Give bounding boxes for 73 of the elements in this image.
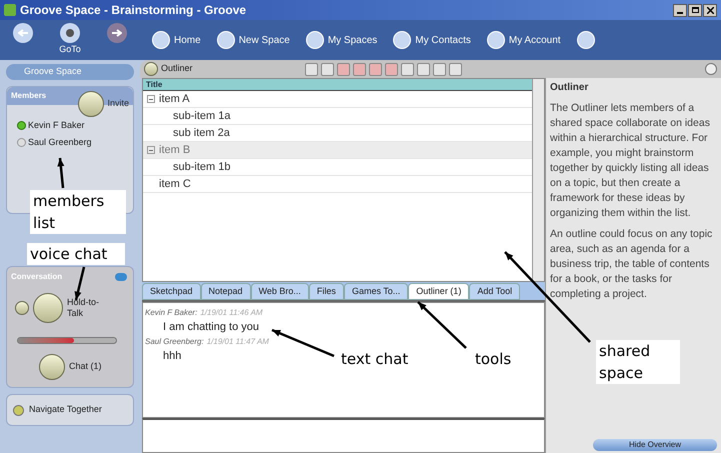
nav-link[interactable]: New Space bbox=[216, 31, 290, 49]
window-title: Groove Space - Brainstorming - Groove bbox=[20, 2, 246, 19]
tool-tab[interactable]: Outliner (1) bbox=[408, 283, 470, 300]
item-label: item C bbox=[159, 176, 191, 192]
help-icon[interactable] bbox=[705, 63, 717, 75]
tool-tab[interactable]: Add Tool bbox=[469, 283, 520, 300]
nav-link[interactable]: My Spaces bbox=[306, 31, 378, 49]
panel-title: Members bbox=[11, 90, 46, 102]
toolbar-icon[interactable] bbox=[432, 62, 446, 76]
navigate-together-button[interactable]: Navigate Together bbox=[6, 394, 134, 426]
annotation-label: voice chat bbox=[27, 243, 125, 265]
toolbar-icon[interactable] bbox=[320, 62, 334, 76]
overview-text: An outline could focus on any topic area, such as an agenda for a business trip, the table of contents for a book, or the tasks for completing a project. bbox=[550, 227, 714, 302]
toolbar-icon[interactable] bbox=[304, 62, 318, 76]
tool-tab[interactable]: Notepad bbox=[200, 283, 251, 300]
toolbar-icon[interactable] bbox=[336, 62, 350, 76]
toolbar-icon[interactable] bbox=[384, 62, 398, 76]
tool-tab[interactable]: Games To... bbox=[344, 283, 408, 300]
toolbar-icon[interactable] bbox=[416, 62, 430, 76]
overview-title: Outliner bbox=[550, 81, 590, 95]
app-icon bbox=[4, 4, 16, 16]
annotation-label: shared space bbox=[596, 340, 680, 384]
item-label: item B bbox=[159, 142, 190, 158]
chat-author: Saul Greenberg: bbox=[145, 336, 204, 348]
chat-input[interactable] bbox=[142, 418, 545, 453]
scrollbar[interactable] bbox=[532, 79, 544, 281]
outline-row[interactable]: item A bbox=[143, 91, 532, 108]
item-label: sub-item 1a bbox=[173, 108, 230, 124]
tool-title: Outliner bbox=[161, 62, 193, 76]
item-label: sub-item 1b bbox=[173, 160, 230, 175]
outline-row[interactable]: sub-item 1a bbox=[143, 108, 532, 125]
toolbar-icon[interactable] bbox=[352, 62, 366, 76]
hold-to-talk-button[interactable]: Hold-to-Talk bbox=[67, 297, 107, 319]
annotation-arrow bbox=[272, 328, 334, 358]
hide-overview-button[interactable]: Hide Overview bbox=[593, 439, 717, 451]
close-icon[interactable] bbox=[706, 6, 714, 14]
invite-button[interactable]: Invite bbox=[107, 97, 129, 111]
overview-text: The Outliner lets members of a shared space collaborate on ideas within a hierarchical structure. For example, you might brainstorm together by quickly listing all ideas on a topic, but then create a framework for these ideas by organizing them within the list. bbox=[550, 101, 711, 221]
chat-button[interactable]: Chat (1) bbox=[69, 360, 102, 374]
toolbar-icon[interactable] bbox=[400, 62, 414, 76]
outline-row[interactable]: item C bbox=[143, 176, 532, 193]
toolbar-icon[interactable] bbox=[448, 62, 462, 76]
nav-link[interactable]: My Account bbox=[486, 31, 561, 49]
chat-time: 1/19/01 11:46 AM bbox=[200, 307, 263, 319]
outline-row[interactable]: sub item 2a bbox=[143, 125, 532, 142]
item-label: item A bbox=[159, 92, 190, 107]
chat-message: hhh bbox=[163, 348, 182, 364]
tool-tab[interactable]: Files bbox=[308, 283, 344, 300]
member-name[interactable]: Kevin F Baker bbox=[28, 119, 85, 132]
chat-message: I am chatting to you bbox=[163, 320, 259, 335]
nav-link[interactable]: My Contacts bbox=[393, 31, 471, 49]
outline-row[interactable]: item B bbox=[143, 142, 532, 159]
column-header: Title bbox=[143, 79, 532, 91]
outline-row[interactable]: sub-item 1b bbox=[143, 159, 532, 176]
annotation-arrow bbox=[74, 266, 86, 300]
annotation-arrow bbox=[57, 158, 64, 188]
minimize-button[interactable] bbox=[673, 4, 687, 16]
tool-tab[interactable]: Web Bro... bbox=[250, 283, 309, 300]
member-name[interactable]: Saul Greenberg bbox=[28, 136, 92, 149]
toolbar-icon[interactable] bbox=[368, 62, 382, 76]
nav-link[interactable]: Home bbox=[152, 31, 201, 49]
annotation-label: members list bbox=[30, 190, 126, 234]
chat-time: 1/19/01 11:47 AM bbox=[206, 336, 269, 348]
collapse-icon[interactable] bbox=[147, 95, 155, 103]
tool-tab[interactable]: Sketchpad bbox=[142, 283, 201, 300]
toggle-icon[interactable] bbox=[115, 273, 127, 281]
item-label: sub item 2a bbox=[173, 126, 230, 141]
arrow-icon[interactable] bbox=[112, 29, 122, 38]
chat-author: Kevin F Baker: bbox=[145, 307, 198, 319]
close-button[interactable] bbox=[703, 4, 717, 16]
collapse-icon[interactable] bbox=[147, 146, 155, 154]
annotation-arrow bbox=[417, 301, 467, 349]
maximize-button[interactable] bbox=[688, 4, 702, 16]
